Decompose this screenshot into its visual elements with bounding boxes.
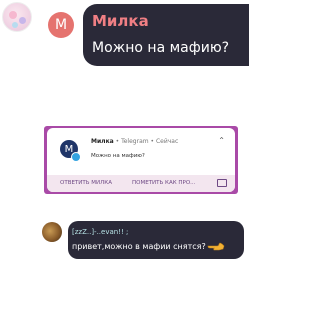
message-bubble[interactable]: [zzZ..]-..evan!! ; привет,можно в мафии …	[68, 221, 244, 259]
pointing-hand-icon	[207, 242, 225, 251]
notification-actions: ОТВЕТИТЬ МИЛКА ПОМЕТИТЬ КАК ПРО...	[47, 175, 235, 192]
separator: •	[150, 138, 155, 145]
screen-icon[interactable]	[217, 179, 227, 187]
sender-name[interactable]: Милка	[92, 12, 149, 30]
message-text: привет,можно в мафии снятся?	[72, 242, 206, 251]
sticker-avatar	[2, 2, 32, 32]
avatar[interactable]	[42, 222, 62, 242]
avatar[interactable]: М	[48, 12, 74, 38]
notification-app: Telegram	[121, 138, 149, 145]
notification-message: Можно на мафию?	[91, 153, 145, 159]
notification-sender: Милка	[91, 138, 114, 145]
avatar-letter: М	[54, 17, 68, 33]
message-bubble[interactable]: Милка Можно на мафию?	[83, 4, 249, 66]
notification-header: Милка • Telegram • Сейчас	[91, 138, 178, 145]
message-text: Можно на мафию?	[92, 40, 230, 56]
telegram-icon	[71, 152, 81, 162]
mark-read-button[interactable]: ПОМЕТИТЬ КАК ПРО...	[132, 180, 195, 186]
notification-time: Сейчас	[155, 138, 179, 145]
chevron-up-icon[interactable]: ⌃	[218, 136, 225, 145]
reply-button[interactable]: ОТВЕТИТЬ МИЛКА	[60, 180, 112, 186]
notification-frame: М Милка • Telegram • Сейчас ⌃ Можно на м…	[44, 126, 238, 194]
sender-name[interactable]: [zzZ..]-..evan!! ;	[72, 228, 128, 236]
separator: •	[115, 138, 120, 145]
message-line: привет,можно в мафии снятся?	[72, 242, 225, 251]
notification-card[interactable]: М Милка • Telegram • Сейчас ⌃ Можно на м…	[47, 128, 235, 192]
